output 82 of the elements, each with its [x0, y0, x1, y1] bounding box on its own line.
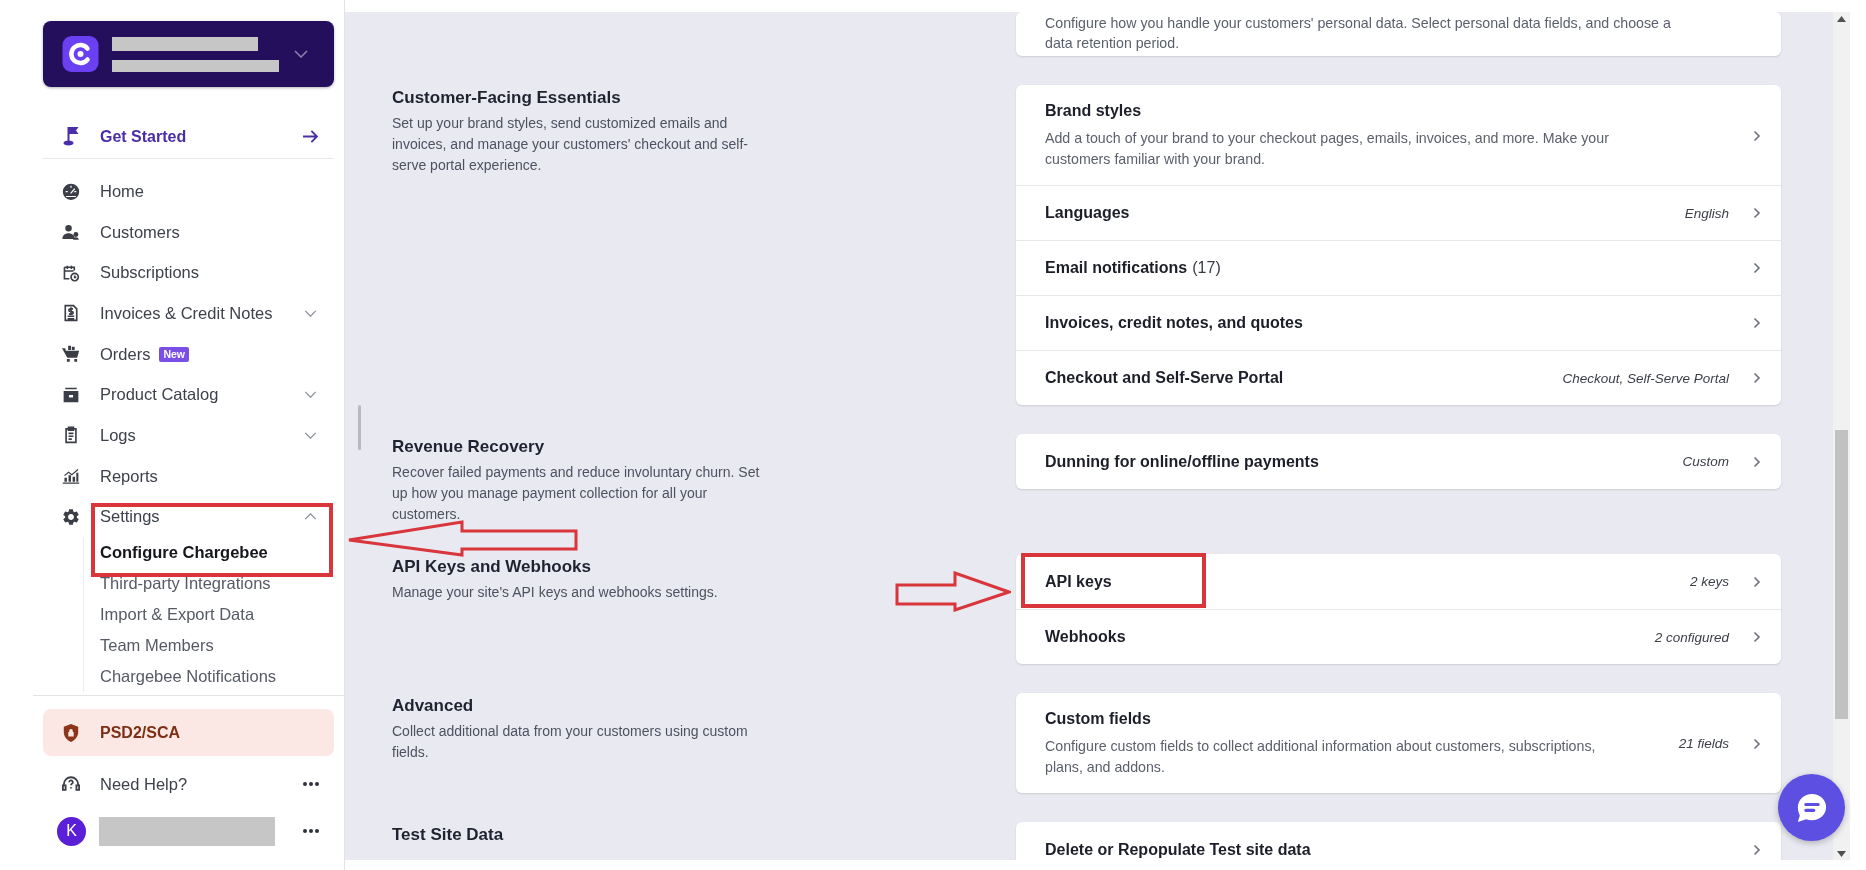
nav-item[interactable]: Home	[43, 171, 334, 212]
setting-link[interactable]: Delete or Repopulate Test site data	[1045, 839, 1311, 860]
setting-description: Configure custom fields to collect additional information about customers, subscriptions, plans, and addons.	[1045, 737, 1597, 777]
bar-chart-icon	[62, 467, 80, 486]
setting-value: Custom	[1682, 454, 1729, 469]
clipboard-icon	[62, 426, 80, 445]
chevron-right-icon	[1753, 631, 1761, 643]
setting-link[interactable]: Languages	[1045, 203, 1130, 223]
get-started-link[interactable]: Get Started	[43, 115, 334, 159]
more-icon[interactable]	[303, 782, 319, 787]
help-icon	[62, 775, 80, 794]
section-title: Advanced	[392, 696, 474, 716]
nav-subitem[interactable]: Chargebee Notifications	[100, 661, 277, 693]
settings-icon	[62, 507, 80, 526]
new-badge: New	[159, 346, 190, 362]
section-title: API Keys and Webhooks	[392, 557, 591, 577]
section-title: Revenue Recovery	[392, 437, 545, 457]
nav-item[interactable]: Invoices & Credit Notes	[43, 293, 334, 334]
scroll-down-icon[interactable]	[1837, 851, 1846, 857]
scrollbar-track[interactable]	[1833, 12, 1850, 860]
box-icon	[62, 385, 80, 404]
chevron-right-icon	[1753, 575, 1761, 588]
flag-icon	[63, 127, 79, 146]
chat-bubble-icon	[1795, 792, 1828, 823]
section-description: Recover failed payments and reduce involuntary churn. Set up how you manage payment collection for all your customers.	[392, 463, 761, 524]
section-title: Customer-Facing Essentials	[392, 88, 621, 108]
setting-value: 21 fields	[1678, 736, 1729, 751]
setting-value: 2 configured	[1654, 629, 1729, 645]
nav-item[interactable]: Customers	[43, 211, 334, 253]
org-switcher[interactable]	[43, 21, 334, 87]
nav-item[interactable]: Logs	[43, 415, 334, 456]
help-link[interactable]: Need Help?	[100, 774, 188, 794]
section-description: Set up your brand styles, send customized emails and invoices, and manage your customers' checkout and self-serve portal experience.	[392, 114, 749, 175]
setting-link[interactable]: Webhooks	[1045, 627, 1126, 647]
nav-subitem[interactable]: Third-party Integrations	[100, 568, 271, 600]
user-avatar[interactable]: K	[57, 816, 86, 846]
setting-description: Add a touch of your brand to your checkout pages, emails, invoices, and more. Make your customers familiar with your brand.	[1045, 129, 1610, 169]
arrow-right-icon	[302, 130, 318, 143]
users-icon	[62, 223, 80, 242]
chevron-right-icon	[1753, 129, 1761, 142]
shield-icon	[62, 723, 80, 742]
scrollbar-thumb[interactable]	[1835, 430, 1848, 719]
setting-link[interactable]: Invoices, credit notes, and quotes	[1045, 313, 1303, 333]
setting-link[interactable]: Brand styles	[1045, 101, 1142, 121]
section-description: Manage your site's API keys and webhooks settings.	[392, 583, 719, 602]
chevron-right-icon	[1753, 317, 1761, 329]
setting-value: 2 keys	[1689, 574, 1729, 589]
chevron-right-icon	[1753, 843, 1761, 856]
receipt-icon	[62, 304, 80, 323]
nav-subitem[interactable]: Configure Chargebee	[100, 537, 268, 569]
nav-subitem[interactable]: Import & Export Data	[100, 599, 255, 631]
nav-subitem[interactable]: Team Members	[100, 630, 214, 662]
setting-value: Checkout, Self-Serve Portal	[1562, 370, 1729, 386]
chevron-down-icon	[294, 50, 308, 58]
setting-link[interactable]: API keys	[1045, 571, 1112, 592]
chevron-right-icon	[1753, 262, 1761, 274]
nav-item[interactable]: Settings	[43, 496, 334, 538]
scroll-up-icon[interactable]	[1837, 16, 1846, 22]
logo-icon	[62, 36, 99, 72]
setting-link[interactable]: Email notifications	[1045, 258, 1188, 278]
chevron-right-icon	[1753, 455, 1761, 468]
setting-description: Configure how you handle your customers' personal data. Select personal data fields, and choose a data retention period.	[1045, 14, 1672, 53]
setting-value: English	[1684, 205, 1729, 221]
section-description: Collect additional data from your customers using custom fields.	[392, 722, 749, 762]
resize-handle[interactable]	[358, 405, 361, 450]
chevron-right-icon	[1753, 207, 1761, 219]
cart-icon	[62, 345, 80, 364]
section-title: Test Site Data	[392, 825, 504, 845]
calendar-clock-icon	[62, 263, 80, 282]
chevron-right-icon	[1753, 737, 1761, 750]
nav-item[interactable]: Product Catalog	[43, 374, 334, 416]
setting-link[interactable]: Checkout and Self-Serve Portal	[1045, 368, 1284, 388]
psd2-sca-link[interactable]: PSD2/SCA	[43, 709, 334, 757]
nav-item[interactable]: Subscriptions	[43, 252, 334, 294]
count-label: (17)	[1192, 258, 1221, 278]
setting-link[interactable]: Custom fields	[1045, 709, 1151, 729]
more-icon[interactable]	[303, 829, 319, 834]
chevron-right-icon	[1753, 372, 1761, 384]
gauge-icon	[62, 182, 80, 201]
nav-item[interactable]: Reports	[43, 455, 334, 497]
nav-item[interactable]: Orders New	[43, 333, 334, 375]
setting-link[interactable]: Dunning for online/offline payments	[1045, 451, 1319, 472]
